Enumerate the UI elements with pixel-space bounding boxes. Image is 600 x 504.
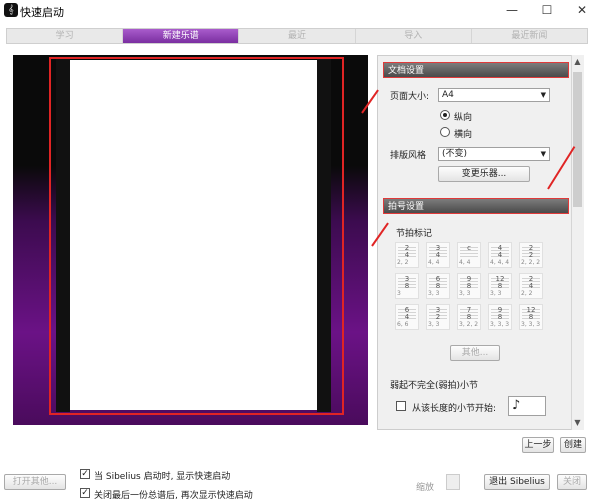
- landscape-label: 横向: [454, 130, 473, 140]
- beam-grouping: 6, 6: [397, 321, 409, 328]
- time-signature-value: 24: [404, 244, 410, 259]
- scroll-thumb[interactable]: [573, 72, 582, 207]
- zoom-label: 缩放: [416, 483, 435, 493]
- create-button[interactable]: 创建: [560, 437, 586, 453]
- chevron-down-icon: ▼: [540, 150, 546, 158]
- zoom-slider[interactable]: [446, 474, 460, 490]
- beam-grouping: 2, 2, 2: [521, 259, 541, 266]
- time-signature-option[interactable]: 12 8 3, 3, 3: [519, 304, 543, 330]
- tab-latest-news[interactable]: 最近新闻: [472, 29, 587, 43]
- close-dialog-button[interactable]: 关闭: [557, 474, 587, 490]
- other-time-signature-button[interactable]: 其他...: [450, 345, 500, 361]
- scroll-up-icon[interactable]: ▲: [571, 56, 584, 68]
- time-signature-option[interactable]: 383: [395, 273, 419, 299]
- time-signature-group-label: 节拍标记: [396, 229, 433, 239]
- beam-grouping: 3, 3, 3: [490, 321, 510, 328]
- pickup-checkbox-label: 从该长度的小节开始:: [412, 404, 497, 414]
- time-signature-option[interactable]: c 4, 4: [457, 242, 481, 268]
- house-style-label: 排版风格: [390, 151, 427, 161]
- time-signature-option[interactable]: 12 8 3, 3: [488, 273, 512, 299]
- beam-grouping: 3, 3: [428, 321, 440, 328]
- annotation-box: [49, 57, 344, 415]
- page-size-select[interactable]: A4 ▼: [438, 88, 550, 102]
- tab-new-score[interactable]: 新建乐谱: [123, 29, 240, 43]
- time-signature-grid: 2 4 2, 2 3 4 4, 4 c 4, 4 4 4 4, 4, 4 2 2 2, 2, 238368…: [395, 242, 557, 338]
- beam-grouping: 2, 2: [521, 290, 533, 297]
- page-size-value: A4: [442, 90, 454, 100]
- time-signature-option[interactable]: 7 8 3, 2, 2: [457, 304, 481, 330]
- beam-grouping: 3: [397, 290, 401, 297]
- minimize-button[interactable]: —: [500, 2, 524, 18]
- pickup-length-select[interactable]: ♪: [508, 396, 546, 416]
- window-title: 快速启动: [20, 6, 64, 19]
- time-signature-option[interactable]: 2 4 2, 2: [395, 242, 419, 268]
- pickup-bar-label: 弱起不完全(弱拍)小节: [390, 381, 479, 391]
- document-settings-header: 文档设置: [383, 62, 569, 78]
- time-signature-value: 64: [404, 306, 410, 321]
- show-after-close-label: 关闭最后一份总谱后, 再次显示快速启动: [94, 491, 253, 501]
- beam-grouping: 3, 2, 2: [459, 321, 479, 328]
- time-signature-option[interactable]: 4 4 4, 4, 4: [488, 242, 512, 268]
- scroll-down-icon[interactable]: ▼: [571, 417, 584, 429]
- time-signature-value: 78: [466, 306, 472, 321]
- house-style-value: (不变): [442, 149, 468, 159]
- time-signature-value: 68: [435, 275, 441, 290]
- show-on-start-label: 当 Sibelius 启动时, 显示快速启动: [94, 472, 231, 482]
- beam-grouping: 4, 4: [459, 259, 471, 266]
- time-signature-option[interactable]: 6 4 6, 6: [395, 304, 419, 330]
- time-signature-value: 44: [497, 244, 503, 259]
- time-signature-value: 12 8: [526, 306, 536, 321]
- beam-grouping: 4, 4: [428, 259, 440, 266]
- time-signature-value: 32: [435, 306, 441, 321]
- time-signature-value: 98: [497, 306, 503, 321]
- house-style-select[interactable]: (不变) ▼: [438, 147, 550, 161]
- landscape-radio[interactable]: [440, 127, 450, 137]
- pickup-checkbox[interactable]: [396, 401, 406, 411]
- portrait-label: 纵向: [454, 113, 473, 123]
- time-signature-option[interactable]: 6 8 3, 3: [426, 273, 450, 299]
- change-instruments-button[interactable]: 变更乐器...: [438, 166, 530, 182]
- beam-grouping: 3, 3, 3: [521, 321, 541, 328]
- time-signature-value: 38: [404, 275, 410, 290]
- time-signature-value: c: [467, 244, 471, 252]
- beam-grouping: 3, 3: [490, 290, 502, 297]
- time-signature-header: 拍号设置: [383, 198, 569, 214]
- time-signature-value: 34: [435, 244, 441, 259]
- beam-grouping: 2, 2: [397, 259, 409, 266]
- tab-bar: 学习 新建乐谱 最近 导入 最近新闻: [6, 28, 588, 44]
- open-other-button[interactable]: 打开其他...: [4, 474, 66, 490]
- beam-grouping: 4, 4, 4: [490, 259, 510, 266]
- show-after-close-checkbox[interactable]: ✓: [80, 488, 90, 498]
- settings-panel: 文档设置 页面大小: A4 ▼ 纵向 横向 排版风格 (不变) ▼ 变更乐器..…: [377, 55, 584, 430]
- tab-import[interactable]: 导入: [356, 29, 472, 43]
- note-icon: ♪: [512, 398, 521, 413]
- beam-grouping: 3, 3: [428, 290, 440, 297]
- tab-recent[interactable]: 最近: [239, 29, 356, 43]
- maximize-button[interactable]: ☐: [535, 2, 559, 18]
- time-signature-option[interactable]: 2 2 2, 2, 2: [519, 242, 543, 268]
- time-signature-option[interactable]: 9 8 3, 3: [457, 273, 481, 299]
- time-signature-value: 24: [528, 275, 534, 290]
- portrait-radio[interactable]: [440, 110, 450, 120]
- time-signature-option[interactable]: 2 4 2, 2: [519, 273, 543, 299]
- time-signature-option[interactable]: 3 4 4, 4: [426, 242, 450, 268]
- sibelius-icon: 𝄞: [4, 3, 18, 17]
- time-signature-value: 98: [466, 275, 472, 290]
- chevron-down-icon: ▼: [540, 91, 546, 99]
- back-button[interactable]: 上一步: [522, 437, 554, 453]
- beam-grouping: 3, 3: [459, 290, 471, 297]
- quit-sibelius-button[interactable]: 退出 Sibelius: [484, 474, 550, 490]
- page-size-label: 页面大小:: [390, 92, 430, 102]
- close-window-button[interactable]: ✕: [570, 2, 594, 18]
- show-on-start-checkbox[interactable]: ✓: [80, 469, 90, 479]
- time-signature-value: 22: [528, 244, 534, 259]
- time-signature-value: 12 8: [495, 275, 505, 290]
- tab-learn[interactable]: 学习: [7, 29, 124, 43]
- time-signature-option[interactable]: 9 8 3, 3, 3: [488, 304, 512, 330]
- time-signature-option[interactable]: 3 2 3, 3: [426, 304, 450, 330]
